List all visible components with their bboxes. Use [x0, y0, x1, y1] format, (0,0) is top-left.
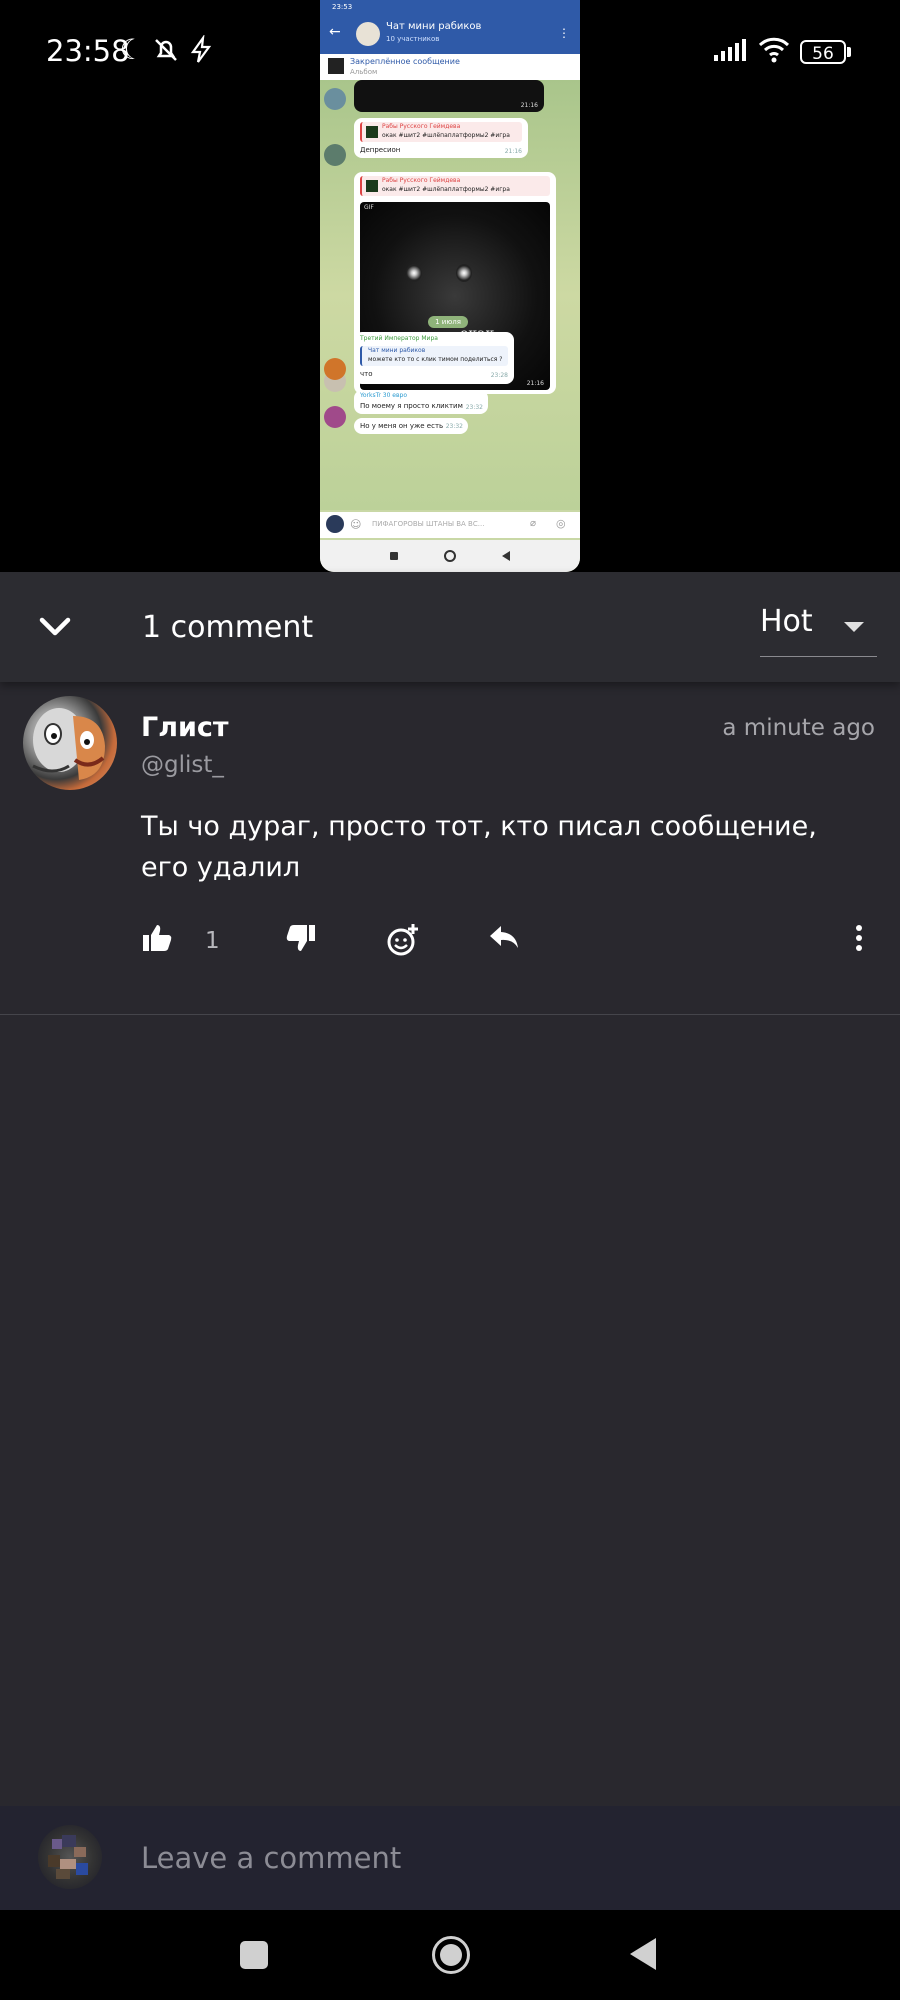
cat-eye: [406, 264, 422, 282]
message-media: 21:16: [354, 80, 544, 112]
comment-handle[interactable]: @glist_: [141, 752, 224, 778]
like-count: 1: [205, 928, 220, 954]
bell-off-icon: [151, 35, 181, 65]
forward-quote: Рабы Русского Геймдева окак #шит2 #шлёпа…: [360, 176, 550, 196]
sender-avatar: [324, 88, 346, 110]
battery-indicator: 56: [800, 40, 846, 64]
back-arrow-icon: ←: [329, 24, 341, 40]
sort-label: Hot: [760, 604, 813, 639]
message-bubble: Но у меня он уже есть 23:32: [354, 418, 468, 434]
attached-screenshot[interactable]: 23:53 ← Чат мини рабиков 10 участников ⋮…: [320, 0, 580, 572]
comment-item: Глист @glist_ a minute ago Ты чо дураг, …: [0, 682, 900, 1015]
wifi-icon: [758, 35, 790, 65]
back-button[interactable]: [630, 1938, 656, 1970]
sender-as-avatar: [326, 515, 344, 533]
comment-composer: Leave a comment: [0, 1806, 900, 1910]
nav-square-icon: [390, 552, 398, 560]
sender-avatar: [324, 358, 346, 380]
dislike-icon[interactable]: [285, 922, 325, 962]
signal-icon: [712, 35, 746, 65]
flash-icon: [186, 33, 216, 65]
message-bubble: Третий Император Мира Чат мини рабиков м…: [354, 332, 514, 384]
attach-icon: ⌀: [530, 518, 537, 529]
pinned-thumbnail: [328, 58, 344, 74]
more-vert-icon: ⋮: [558, 26, 570, 40]
sender-avatar: [324, 406, 346, 428]
comment-body: Ты чо дураг, просто тот, кто писал сообщ…: [141, 811, 817, 883]
current-user-avatar: [38, 1825, 102, 1889]
screenshot-status-bar: 23:53: [320, 0, 580, 14]
sort-dropdown[interactable]: Hot: [760, 604, 877, 657]
nav-home-icon: [444, 550, 456, 562]
chat-avatar: [356, 22, 380, 46]
screenshot-chat-header: ← Чат мини рабиков 10 участников ⋮: [320, 14, 580, 54]
comment-input[interactable]: Leave a comment: [141, 1841, 401, 1875]
message-input-bar: ☺ ПИФАГОРОВЫ ШТАНЫ ВА ВС... ⌀ ◎: [320, 512, 580, 538]
comments-header: 1 comment Hot: [0, 572, 900, 682]
avatar[interactable]: [23, 696, 117, 790]
forward-quote: Рабы Русского Геймдева окак #шит2 #шлёпа…: [360, 122, 522, 142]
reply-icon[interactable]: [487, 922, 527, 962]
like-icon[interactable]: [141, 922, 181, 962]
nav-back-icon: [502, 551, 510, 561]
battery-tip: [847, 47, 851, 57]
chat-area: 21:16 Рабы Русского Геймдева окак #шит2 …: [320, 80, 580, 510]
message-bubble: YorksTr 30 евро По моему я просто кликти…: [354, 390, 488, 414]
comment-author[interactable]: Глист: [141, 712, 229, 743]
chat-members: 10 участников: [386, 35, 440, 43]
caret-down-icon: [844, 622, 864, 632]
comment-actions: 1: [141, 922, 881, 962]
emoji-icon: ☺: [350, 518, 362, 531]
pinned-message-bar: Закреплённое сообщение Альбом: [320, 54, 580, 80]
pinned-title: Закреплённое сообщение: [350, 57, 460, 66]
sender-avatar: [324, 144, 346, 166]
screenshot-nav-bar: [320, 540, 580, 572]
comment-timestamp: a minute ago: [722, 715, 875, 741]
more-options-icon[interactable]: [847, 922, 887, 962]
chat-title: Чат мини рабиков: [386, 21, 482, 32]
pinned-subtitle: Альбом: [350, 68, 378, 76]
moon-icon: ☾: [119, 33, 145, 66]
comment-count: 1 comment: [142, 610, 314, 645]
add-reaction-icon[interactable]: [385, 922, 425, 962]
cat-eye: [456, 264, 472, 282]
date-pill: 1 июля: [428, 316, 468, 328]
home-button-inner: [440, 1944, 462, 1966]
collapse-chevron-icon[interactable]: [38, 610, 72, 644]
system-nav-bar: [0, 1910, 900, 2000]
camera-icon: ◎: [556, 517, 566, 530]
recents-button[interactable]: [240, 1941, 268, 1969]
message-bubble: Рабы Русского Геймдева окак #шит2 #шлёпа…: [354, 118, 528, 158]
